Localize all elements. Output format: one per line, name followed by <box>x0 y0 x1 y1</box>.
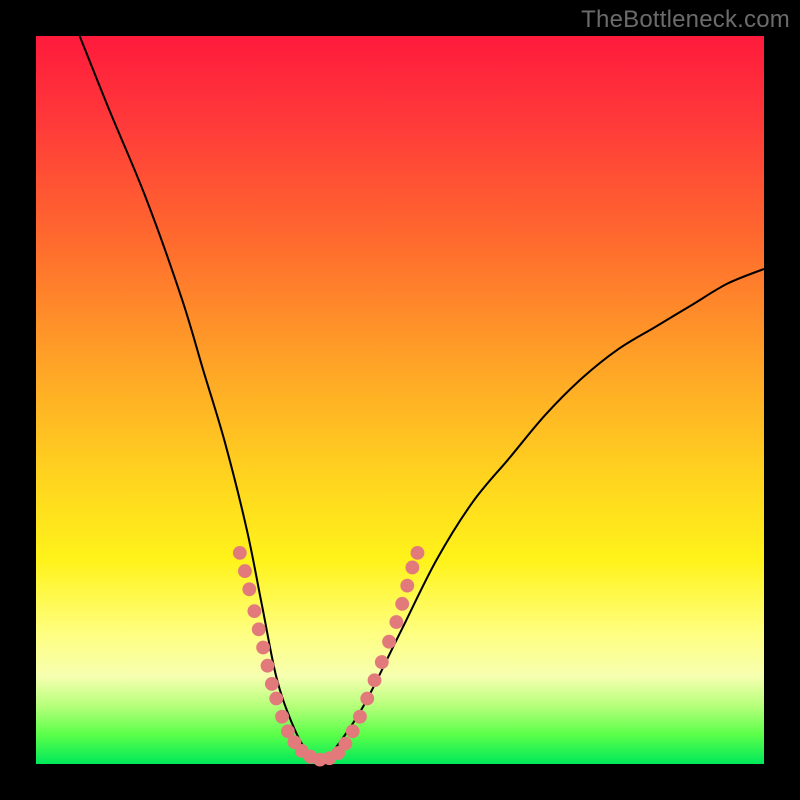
watermark-text: TheBottleneck.com <box>581 6 790 34</box>
highlight-dot <box>368 673 382 687</box>
highlight-dot <box>233 546 247 560</box>
highlight-dot <box>346 724 360 738</box>
highlight-dot <box>360 692 374 706</box>
highlight-dot <box>247 604 261 618</box>
highlight-dot <box>275 710 289 724</box>
highlight-dots-group <box>233 546 424 767</box>
highlight-dot <box>238 564 252 578</box>
highlight-dot <box>242 582 256 596</box>
highlight-dot <box>353 710 367 724</box>
chart-frame: TheBottleneck.com <box>0 0 800 800</box>
bottleneck-curve <box>80 36 764 764</box>
highlight-dot <box>269 692 283 706</box>
highlight-dot <box>411 546 425 560</box>
chart-svg <box>36 36 764 764</box>
highlight-dot <box>252 622 266 636</box>
highlight-dot <box>382 635 396 649</box>
highlight-dot <box>375 655 389 669</box>
highlight-dot <box>261 659 275 673</box>
highlight-dot <box>338 737 352 751</box>
plot-area <box>36 36 764 764</box>
highlight-dot <box>265 677 279 691</box>
highlight-dot <box>389 615 403 629</box>
highlight-dot <box>405 561 419 575</box>
highlight-dot <box>256 641 270 655</box>
highlight-dot <box>395 597 409 611</box>
highlight-dot <box>400 579 414 593</box>
